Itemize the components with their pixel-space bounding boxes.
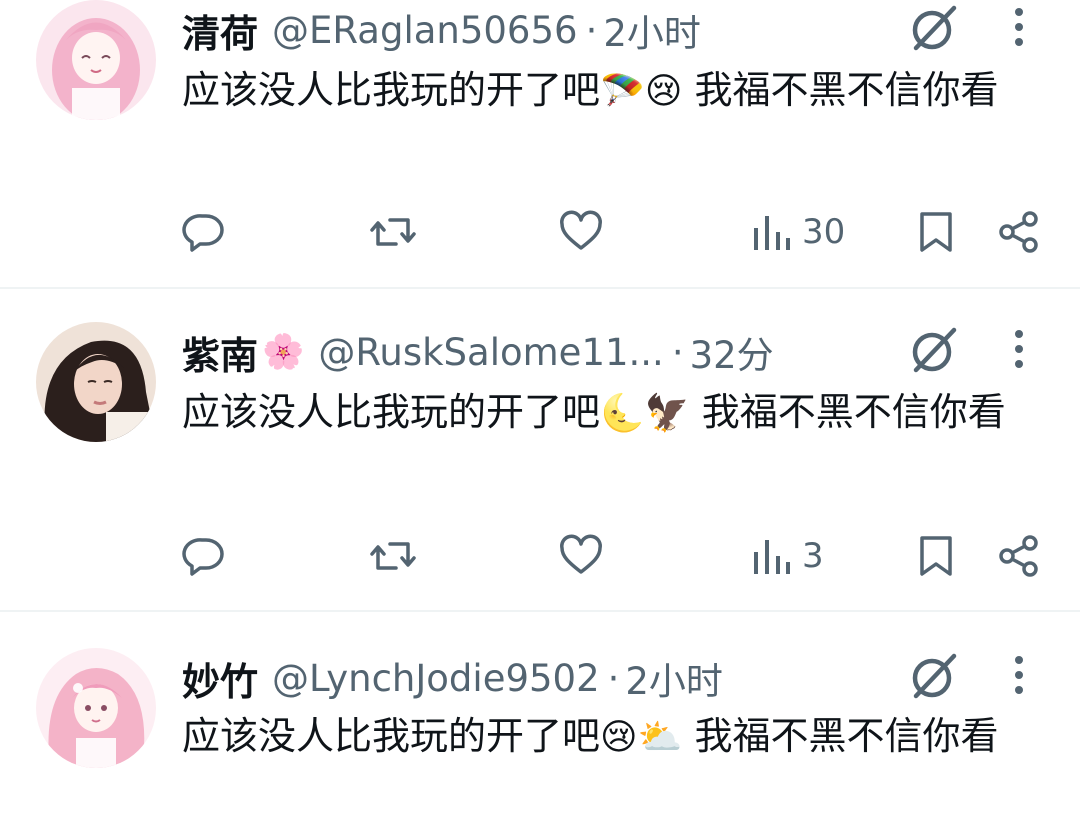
tweet-text: 应该没人比我玩的开了吧🪂😢 我福不黑不信你看	[182, 60, 1042, 122]
display-name[interactable]: 紫南	[182, 325, 258, 380]
tweet-text-main: 应该没人比我玩的开了吧	[182, 68, 601, 112]
heart-icon	[558, 210, 604, 254]
tweet-text-main: 应该没人比我玩的开了吧	[182, 390, 601, 434]
avatar[interactable]	[36, 322, 156, 442]
tweet-text-rest: 我福不黑不信你看	[682, 714, 999, 758]
like-button[interactable]	[558, 534, 604, 578]
display-name[interactable]: 清荷	[182, 3, 258, 58]
view-count: 3	[802, 536, 824, 576]
tweet-text-main: 应该没人比我玩的开了吧	[182, 714, 601, 758]
name-emoji: 🌸	[262, 332, 305, 372]
emoji: 🦅	[644, 393, 690, 434]
divider	[0, 287, 1080, 289]
separator-dot: ·	[671, 330, 684, 374]
grok-icon[interactable]	[906, 2, 960, 56]
emoji: 😢	[600, 717, 638, 758]
views-button[interactable]: 30	[752, 210, 845, 254]
grok-icon[interactable]	[906, 650, 960, 704]
reply-icon	[182, 210, 226, 254]
user-handle[interactable]: @LynchJodie9502	[272, 657, 600, 700]
heart-icon	[558, 534, 604, 578]
share-button[interactable]	[998, 210, 1042, 254]
timestamp[interactable]: 2小时	[625, 651, 723, 705]
avatar[interactable]	[36, 0, 156, 120]
retweet-icon	[368, 534, 418, 578]
view-count: 30	[802, 212, 846, 252]
more-vertical-icon[interactable]	[1004, 322, 1034, 376]
display-name[interactable]: 妙竹	[182, 651, 258, 706]
tweet[interactable]: 紫南 🌸 @RuskSalome11... · 32分 应该没人比我玩的开了吧🌜…	[0, 322, 1080, 612]
bookmark-button[interactable]	[916, 534, 956, 578]
reply-icon	[182, 534, 226, 578]
more-vertical-icon[interactable]	[1004, 648, 1034, 702]
user-handle[interactable]: @RuskSalome11...	[318, 331, 663, 374]
divider	[0, 610, 1080, 612]
timestamp[interactable]: 2小时	[603, 3, 701, 57]
share-icon	[998, 534, 1042, 578]
separator-dot: ·	[585, 8, 598, 52]
bookmark-icon	[916, 534, 956, 578]
like-button[interactable]	[558, 210, 604, 254]
action-bar: 30	[0, 202, 1080, 262]
action-bar: 3	[0, 526, 1080, 586]
retweet-button[interactable]	[368, 210, 418, 254]
separator-dot: ·	[607, 656, 620, 700]
avatar[interactable]	[36, 648, 156, 768]
tweet[interactable]: 清荷 @ERaglan50656 · 2小时 应该没人比我玩的开了吧🪂😢 我福不…	[0, 0, 1080, 288]
more-vertical-icon[interactable]	[1004, 0, 1034, 54]
grok-icon[interactable]	[906, 324, 960, 378]
share-button[interactable]	[998, 534, 1042, 578]
timestamp[interactable]: 32分	[690, 325, 774, 379]
reply-button[interactable]	[182, 534, 226, 578]
bar-chart-icon	[752, 534, 792, 578]
reply-button[interactable]	[182, 210, 226, 254]
emoji: ⛅	[637, 717, 683, 758]
tweet-text-rest: 我福不黑不信你看	[682, 68, 999, 112]
bar-chart-icon	[752, 210, 792, 254]
bookmark-button[interactable]	[916, 210, 956, 254]
tweet-text: 应该没人比我玩的开了吧🌜🦅 我福不黑不信你看	[182, 382, 1042, 444]
user-handle[interactable]: @ERaglan50656	[272, 9, 578, 52]
bookmark-icon	[916, 210, 956, 254]
retweet-icon	[368, 210, 418, 254]
retweet-button[interactable]	[368, 534, 418, 578]
emoji: 🌜	[600, 393, 645, 434]
share-icon	[998, 210, 1042, 254]
emoji: 🪂	[600, 71, 645, 112]
tweet[interactable]: 妙竹 @LynchJodie9502 · 2小时 应该没人比我玩的开了吧😢⛅ 我…	[0, 648, 1080, 816]
views-button[interactable]: 3	[752, 534, 824, 578]
tweet-text-rest: 我福不黑不信你看	[689, 390, 1006, 434]
emoji: 😢	[644, 71, 683, 112]
tweet-text: 应该没人比我玩的开了吧😢⛅ 我福不黑不信你看	[182, 706, 1042, 768]
